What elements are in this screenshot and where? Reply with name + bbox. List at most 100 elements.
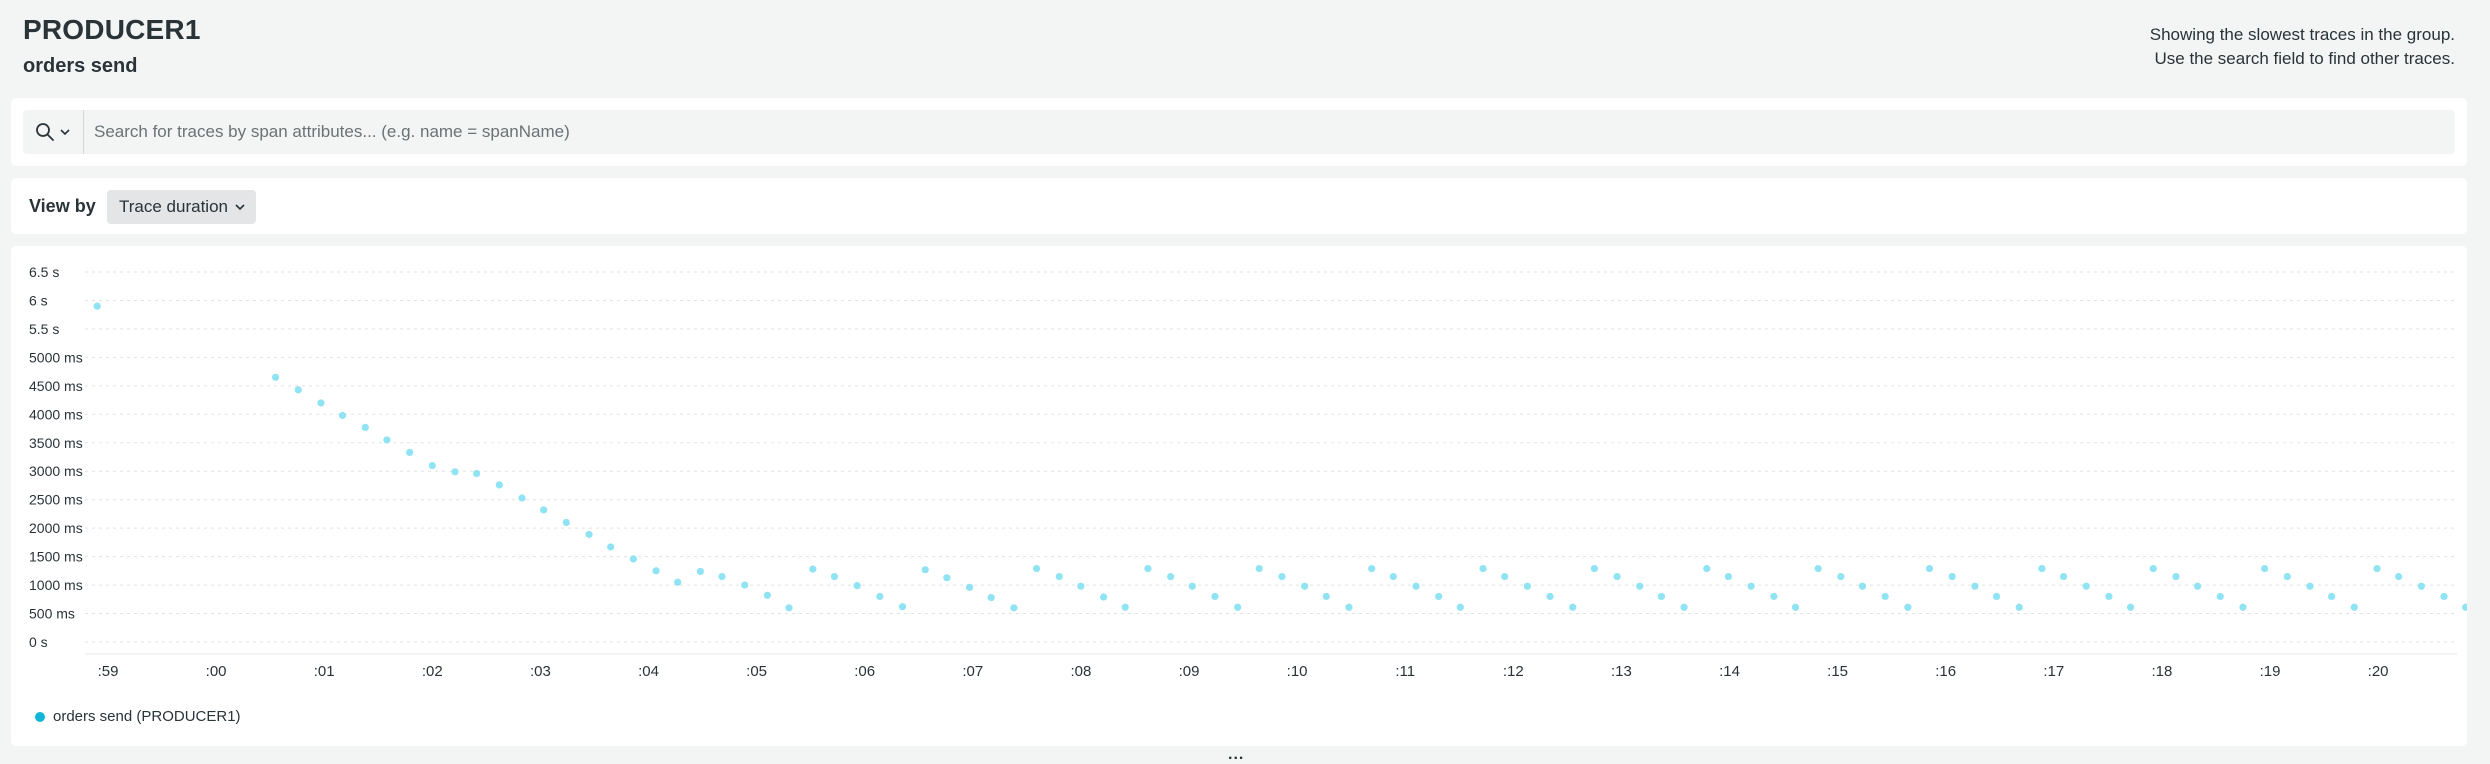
- x-tick-label: :18: [2151, 663, 2172, 680]
- data-point: [2417, 582, 2425, 590]
- trace-duration-scatter-chart: 0 s 500 ms 1000 ms 1500 ms 2000 ms 2500 ms 300…: [29, 264, 2467, 680]
- x-tick-label: :08: [1070, 663, 1091, 680]
- data-point: [1121, 603, 1129, 611]
- y-tick-label: 4000 ms: [29, 406, 83, 422]
- x-tick-label: :06: [854, 663, 875, 680]
- data-point: [473, 469, 481, 478]
- data-point: [921, 566, 929, 574]
- data-point: [1837, 572, 1845, 581]
- y-tick-label: 1000 ms: [29, 577, 83, 593]
- view-by-selected: Trace duration: [119, 197, 228, 216]
- search-panel: [11, 98, 2467, 166]
- x-tick-label: :00: [206, 663, 227, 680]
- info-line-2: Use the search field to find other trace…: [2154, 49, 2456, 68]
- data-point: [718, 572, 726, 581]
- page-subtitle: orders send: [23, 55, 138, 77]
- data-point: [271, 373, 280, 381]
- y-tick-label: 3000 ms: [29, 463, 83, 479]
- data-point: [1010, 604, 1018, 612]
- data-point: [1546, 592, 1554, 601]
- data-point: [361, 423, 369, 431]
- data-point: [1301, 582, 1309, 590]
- chart-panel: 0 s 500 ms 1000 ms 1500 ms 2000 ms 2500 ms 300…: [11, 246, 2467, 746]
- data-point: [1345, 603, 1353, 611]
- data-point: [1925, 564, 1934, 573]
- data-point: [451, 468, 459, 476]
- x-tick-label: :17: [2043, 663, 2064, 680]
- data-point: [741, 581, 749, 589]
- data-point: [943, 574, 951, 582]
- chevron-down-icon: [235, 204, 245, 211]
- data-point: [1255, 564, 1263, 573]
- y-tick-label: 4500 ms: [29, 378, 83, 394]
- y-tick-label: 0 s: [29, 634, 48, 650]
- data-point: [294, 386, 302, 394]
- data-point: [518, 494, 526, 502]
- data-point: [1412, 582, 1420, 590]
- data-point: [696, 567, 704, 576]
- data-point: [93, 302, 101, 310]
- data-point: [1657, 592, 1665, 601]
- x-tick-label: :04: [638, 663, 659, 680]
- x-tick-label: :16: [1935, 663, 1956, 680]
- x-tick-label: :07: [962, 663, 983, 680]
- x-tick-label: :02: [422, 663, 443, 680]
- data-point: [2015, 603, 2023, 611]
- data-point: [540, 506, 548, 514]
- data-point: [1077, 582, 1085, 590]
- data-point: [2126, 603, 2135, 611]
- x-tick-label: :59: [98, 663, 119, 680]
- view-by-dropdown[interactable]: Trace duration: [107, 190, 256, 224]
- search-scope-dropdown[interactable]: [23, 110, 84, 154]
- search-input[interactable]: [84, 111, 2455, 153]
- data-point: [853, 582, 861, 590]
- chart-legend[interactable]: orders send (PRODUCER1): [35, 708, 241, 725]
- data-point: [338, 411, 347, 420]
- data-point: [2395, 572, 2403, 581]
- info-line-1: Showing the slowest traces in the group.: [2149, 25, 2455, 44]
- data-point: [1724, 572, 1733, 581]
- data-point: [585, 530, 593, 539]
- data-point: [1368, 564, 1376, 573]
- data-point: [428, 461, 436, 470]
- data-point: [2350, 603, 2358, 611]
- data-point: [2082, 582, 2090, 590]
- data-point: [1680, 603, 1688, 611]
- x-tick-label: :12: [1503, 663, 1524, 680]
- data-point: [2216, 592, 2224, 601]
- data-point: [1569, 603, 1577, 611]
- data-point: [652, 567, 660, 575]
- legend-swatch: [35, 711, 45, 722]
- data-point: [1791, 603, 1800, 611]
- data-point: [317, 399, 325, 407]
- data-point: [607, 543, 615, 551]
- data-point: [1501, 572, 1509, 581]
- y-tick-label: 5.5 s: [29, 321, 59, 337]
- data-point: [2059, 572, 2068, 581]
- data-point: [495, 481, 503, 489]
- data-point: [2462, 603, 2467, 611]
- data-point: [2328, 592, 2336, 601]
- data-point: [2440, 592, 2448, 601]
- data-point: [1971, 582, 1979, 590]
- data-point: [987, 594, 995, 602]
- data-point: [1770, 592, 1778, 601]
- more-handle[interactable]: ...: [1228, 746, 1244, 764]
- y-tick-label: 6.5 s: [29, 264, 59, 280]
- data-point: [2373, 564, 2381, 573]
- x-tick-label: :19: [2260, 663, 2281, 680]
- view-by-panel: View by Trace duration: [11, 178, 2467, 234]
- x-tick-label: :14: [1719, 663, 1740, 680]
- data-point: [1814, 564, 1822, 573]
- data-point: [2239, 603, 2247, 611]
- data-point: [629, 555, 637, 563]
- data-point: [1904, 603, 1912, 611]
- x-tick-label: :10: [1287, 663, 1308, 680]
- chevron-down-icon: [60, 129, 70, 136]
- search-icon: [36, 123, 54, 141]
- data-point: [1613, 572, 1621, 581]
- data-point: [1211, 592, 1219, 601]
- data-point: [405, 448, 414, 457]
- data-point: [785, 604, 793, 612]
- data-point: [2193, 582, 2202, 590]
